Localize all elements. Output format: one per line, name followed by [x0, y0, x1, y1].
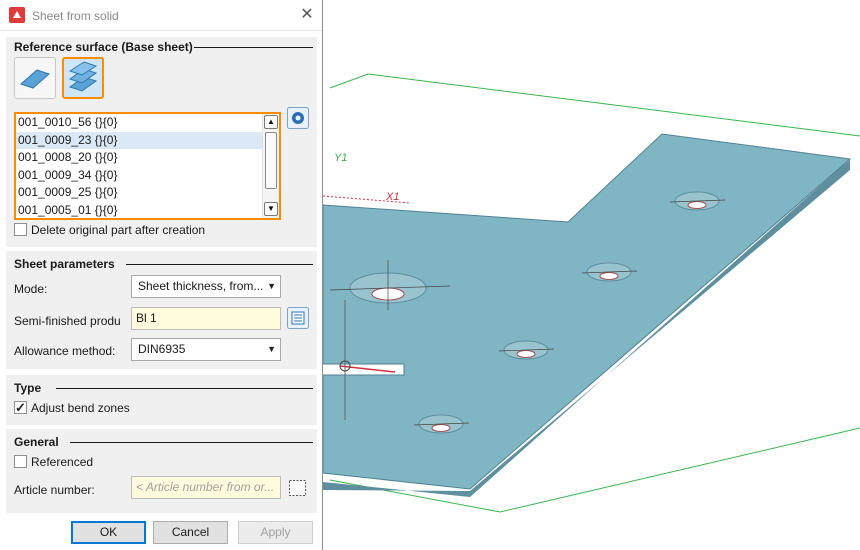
close-icon[interactable]: ✕ [296, 5, 318, 25]
section-divider [194, 47, 313, 48]
type-section: Type Adjust bend zones [6, 375, 317, 425]
list-item[interactable]: 001_0008_20 {}{0} [16, 149, 279, 167]
referenced-label: Referenced [31, 455, 94, 469]
referenced-checkbox[interactable] [14, 455, 27, 468]
sheet-parameters-section: Sheet parameters Mode: Sheet thickness, … [6, 251, 317, 369]
stacked-sheets-icon [68, 61, 98, 92]
title-bar[interactable]: Sheet from solid ✕ [0, 0, 322, 31]
list-scrollbar[interactable]: ▲ ▼ [262, 114, 279, 218]
section-header-type: Type [14, 381, 42, 395]
mode-label: Mode: [14, 282, 48, 296]
allowance-method-select[interactable]: DIN6935 ▼ [131, 338, 281, 361]
sheet-from-solid-dialog: Sheet from solid ✕ Reference surface (Ba… [0, 0, 323, 550]
list-item-selected[interactable]: 001_0009_23 {}{0} [16, 131, 279, 149]
bounding-frame-top [329, 73, 860, 137]
allowance-method-label: Allowance method: [14, 344, 116, 358]
adjust-bend-zones-checkbox[interactable] [14, 400, 27, 416]
cancel-button[interactable]: Cancel [153, 521, 228, 544]
list-item[interactable]: 001_0010_56 {}{0} [16, 114, 279, 132]
article-number-label: Article number: [14, 483, 95, 497]
scroll-thumb[interactable] [265, 132, 277, 189]
mode-value: Sheet thickness, from... [138, 279, 264, 293]
single-sheet-icon [20, 69, 50, 89]
semi-finished-label: Semi-finished produ [14, 314, 121, 328]
article-number-input[interactable]: < Article number from or... [131, 476, 281, 499]
section-header-general: General [14, 435, 59, 449]
settings-gear-icon[interactable] [287, 107, 309, 129]
delete-original-label: Delete original part after creation [31, 223, 206, 237]
app-logo-icon [9, 7, 25, 23]
chevron-down-icon: ▼ [267, 344, 276, 354]
single-sheet-button[interactable] [14, 57, 56, 99]
list-item[interactable]: 001_0005_01 {}{0} [16, 202, 279, 219]
sheet-face[interactable] [322, 133, 852, 490]
dialog-title: Sheet from solid [32, 9, 119, 23]
reference-surface-list[interactable]: 001_0010_56 {}{0} 001_0009_23 {}{0} 001_… [14, 112, 281, 220]
axis-label-x: X1 [385, 191, 399, 203]
chevron-down-icon: ▼ [267, 281, 276, 291]
list-item[interactable]: 001_0009_34 {}{0} [16, 167, 279, 185]
section-divider [126, 264, 313, 265]
mode-select[interactable]: Sheet thickness, from... ▼ [131, 275, 281, 298]
section-divider [56, 388, 313, 389]
stacked-sheets-button[interactable] [62, 57, 104, 99]
allowance-method-value: DIN6935 [138, 342, 186, 356]
catalog-icon[interactable] [287, 307, 309, 329]
scroll-down-icon[interactable]: ▼ [264, 202, 278, 216]
article-browse-icon[interactable] [287, 477, 309, 499]
adjust-bend-zones-label: Adjust bend zones [31, 401, 130, 415]
axis-label-y: Y1 [334, 152, 347, 164]
section-header-reference-surface: Reference surface (Base sheet) [14, 40, 193, 54]
scroll-up-icon[interactable]: ▲ [264, 115, 278, 129]
semi-finished-input[interactable]: Bl 1 [131, 307, 281, 330]
cut-edge-red [339, 365, 396, 373]
delete-original-checkbox[interactable] [14, 223, 27, 236]
ok-button[interactable]: OK [71, 521, 146, 544]
list-item[interactable]: 001_0009_25 {}{0} [16, 184, 279, 202]
apply-button[interactable]: Apply [238, 521, 313, 544]
section-divider [70, 442, 313, 443]
general-section: General Referenced Article number: < Art… [6, 429, 317, 513]
reference-surface-section: Reference surface (Base sheet) 001_0010_… [6, 37, 317, 247]
section-header-sheet-parameters: Sheet parameters [14, 257, 115, 271]
